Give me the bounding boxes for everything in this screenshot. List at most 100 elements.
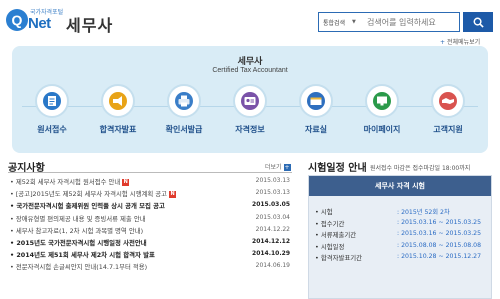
notice-row[interactable]: • 2015년도 국가전문자격시험 시행일정 사전안내 2014.12.12 — [8, 237, 294, 249]
notice-title-text: 장애유형별 편의제공 내용 및 증빙서류 제출 안내 — [15, 214, 146, 223]
notice-date: 2014.10.29 — [252, 250, 290, 258]
notice-title: • 전문자격시험 손글씨안지 안내(14.7.1부터 적용) — [10, 263, 148, 272]
schedule-box: 세무사 자격 시험 • 시험 : 2015년 52회 2차 • 접수기간 : 2… — [308, 175, 492, 299]
schedule-value: : 2015.10.28 ~ 2015.12.27 — [397, 253, 482, 261]
schedule-label-text: 서류제출기간 — [320, 231, 357, 240]
notice-row[interactable]: • 국가전문자격시험 출제위원 인력풀 상시 공개 모집 공고 2015.03.… — [8, 200, 294, 212]
menu-item-results[interactable]: 합격자발표 — [88, 84, 148, 135]
search-scope-select[interactable]: 통합검색 — [323, 18, 345, 27]
schedule-row: • 서류제출기간 : 2015.03.16 ~ 2015.03.25 — [309, 229, 491, 241]
search-button[interactable] — [463, 12, 493, 32]
megaphone-icon — [101, 84, 135, 118]
notice-row[interactable]: • 장애유형별 편의제공 내용 및 증빙서류 제출 안내 2015.03.04 — [8, 213, 294, 225]
schedule-value-text: 2015.10.28 ~ 2015.12.27 — [401, 253, 482, 261]
handshake-icon — [431, 84, 465, 118]
schedule-label: • 시험 — [315, 208, 333, 216]
quick-menu-banner: 세무사 Certified Tax Accountant 원서접수 합격자발표 … — [12, 46, 488, 153]
document-icon — [35, 84, 69, 118]
search-icon — [473, 17, 484, 28]
logo-text: Net — [28, 15, 51, 32]
notice-date: 2015.03.04 — [255, 213, 290, 221]
schedule-value-text: 2015.03.16 ~ 2015.03.25 — [401, 230, 482, 238]
notice-row[interactable]: • [공고]2015년도 제52회 세무사 자격시험 시행계획 공고 N 2015… — [8, 188, 294, 200]
notice-title-text: 세무사 참고자료(1, 2차 시험 과목별 명역 안내) — [15, 226, 144, 235]
all-menu-label: 전체메뉴보기 — [447, 39, 481, 46]
notice-title-text: 전문자격시험 손글씨안지 안내(14.7.1부터 적용) — [15, 263, 148, 272]
schedule-value-text: 2015년 52회 2차 — [401, 209, 450, 216]
schedule-label: • 서류제출기간 — [315, 231, 357, 240]
schedule-label: • 시험일정 — [315, 242, 345, 251]
notice-date: 2014.06.19 — [255, 262, 290, 270]
notice-title-text: 제52회 세무사 자격시험 원서접수 안내 — [15, 178, 121, 186]
folder-icon — [299, 84, 333, 118]
notice-title: • 제52회 세무사 자격시험 원서접수 안내 N — [10, 178, 130, 186]
banner-subtitle: Certified Tax Accountant — [212, 67, 288, 74]
chevron-down-icon[interactable]: ▼ — [352, 19, 356, 25]
schedule-box-title: 세무사 자격 시험 — [309, 176, 491, 196]
schedule-row: • 합격자발표기간 : 2015.10.28 ~ 2015.12.27 — [309, 252, 491, 264]
schedule-heading: 시험일정 안내 — [308, 163, 367, 174]
menu-label: 자료실 — [304, 125, 328, 134]
notice-title: • 세무사 참고자료(1, 2차 시험 과목별 명역 안내) — [10, 226, 144, 235]
notice-title-text: [공고]2015년도 제52회 세무사 자격시험 시행계획 공고 — [15, 190, 168, 199]
schedule-label: • 합격자발표기간 — [315, 254, 362, 263]
notice-row[interactable]: • 세무사 참고자료(1, 2차 시험 과목별 명역 안내) 2014.12.2… — [8, 225, 294, 237]
menu-label: 고객지원 — [433, 125, 463, 134]
notice-title-text: 2015년도 국가전문자격시험 시행일정 사전안내 — [16, 238, 147, 247]
notice-row[interactable]: • 제52회 세무사 자격시험 원서접수 안내 N 2015.03.13 — [8, 176, 294, 188]
schedule-label-text: 시험일정 — [320, 242, 345, 251]
menu-item-library[interactable]: 자료실 — [286, 84, 346, 135]
all-menu-link[interactable]: + 전체메뉴보기 — [440, 37, 480, 46]
notice-title-text: 국가전문자격시험 출제위원 인력풀 상시 공개 모집 공고 — [16, 202, 165, 211]
banner-title: 세무사 — [237, 57, 263, 67]
search-input[interactable] — [367, 15, 457, 30]
menu-item-support[interactable]: 고객지원 — [418, 84, 478, 135]
notice-title: • 장애유형별 편의제공 내용 및 증빙서류 제출 안내 — [10, 214, 146, 223]
schedule-row: • 시험일정 : 2015.08.08 ~ 2015.08.08 — [309, 241, 491, 253]
schedule-label-text: 합격자발표기간 — [320, 254, 362, 263]
menu-label: 확인서발급 — [165, 125, 203, 134]
page: Q 국가자격포털 Net 세무사 통합검색 ▼ +전체메뉴보기 세무사 Cert… — [0, 0, 500, 299]
printer-icon — [167, 84, 201, 118]
schedule-label: • 접수기간 — [315, 219, 345, 228]
notice-row[interactable]: • 2014년도 제51회 세무사 제2차 시험 합격자 발표 2014.10.… — [8, 249, 294, 261]
plus-icon: + — [440, 39, 446, 46]
schedule-value: : 2015.08.08 ~ 2015.08.08 — [397, 241, 482, 249]
menu-label: 자격정보 — [235, 125, 265, 134]
qnet-logo[interactable]: Q 국가자격포털 Net — [6, 5, 64, 39]
menu-item-qualification-info[interactable]: 자격정보 — [220, 84, 280, 135]
new-badge: N — [169, 190, 177, 198]
schedule-value: : 2015.03.16 ~ 2015.03.25 — [397, 218, 482, 226]
menu-label: 원서접수 — [37, 125, 67, 134]
notice-row[interactable]: • 전문자격시험 손글씨안지 안내(14.7.1부터 적용) 2014.06.1… — [8, 261, 294, 273]
schedule-rows: • 시험 : 2015년 52회 2차 • 접수기간 : 2015.03.16 … — [309, 206, 491, 264]
menu-label: 합격자발표 — [99, 125, 137, 134]
notice-title: • 국가전문자격시험 출제위원 인력풀 상시 공개 모집 공고 — [10, 202, 165, 211]
schedule-label-text: 접수기간 — [320, 219, 345, 228]
notice-date: 2015.03.13 — [255, 177, 290, 184]
notice-title-text: 2014년도 제51회 세무사 제2차 시험 합격자 발표 — [16, 251, 155, 260]
schedule-row: • 접수기간 : 2015.03.16 ~ 2015.03.25 — [309, 218, 491, 230]
plus-icon: + — [283, 164, 291, 171]
notice-title: • 2015년도 국가전문자격시험 시행일정 사전안내 — [10, 238, 147, 247]
menu-item-application[interactable]: 원서접수 — [22, 84, 82, 135]
site-title: 세무사 — [66, 16, 114, 35]
notice-more-label: 더보기 — [265, 164, 282, 171]
notice-date: 2015.03.05 — [252, 201, 290, 209]
schedule-value-text: 2015.03.16 ~ 2015.03.25 — [401, 218, 482, 226]
logo-q-mark: Q — [6, 9, 28, 31]
notice-title: • 2014년도 제51회 세무사 제2차 시험 합격자 발표 — [10, 251, 155, 260]
notice-date: 2014.12.12 — [252, 237, 290, 245]
notice-list: • 제52회 세무사 자격시험 원서접수 안내 N 2015.03.13 • [공… — [8, 176, 294, 274]
schedule-label-text: 시험 — [320, 208, 333, 216]
menu-item-mypage[interactable]: 마이페이지 — [352, 84, 412, 135]
schedule-row: • 시험 : 2015년 52회 2차 — [309, 206, 491, 218]
notice-date: 2014.12.22 — [255, 225, 290, 233]
notice-more-link[interactable]: 더보기 + — [265, 162, 291, 171]
notice-date: 2015.03.13 — [255, 189, 290, 197]
notice-title: • [공고]2015년도 제52회 세무사 자격시험 시행계획 공고 N — [10, 190, 177, 199]
schedule-value: : 2015.03.16 ~ 2015.03.25 — [397, 230, 482, 238]
schedule-note: 원서접수 마감은 접수마감일 18:00까지 — [370, 165, 471, 172]
menu-item-certificate[interactable]: 확인서발급 — [154, 84, 214, 135]
schedule-value-text: 2015.08.08 ~ 2015.08.08 — [401, 241, 482, 249]
